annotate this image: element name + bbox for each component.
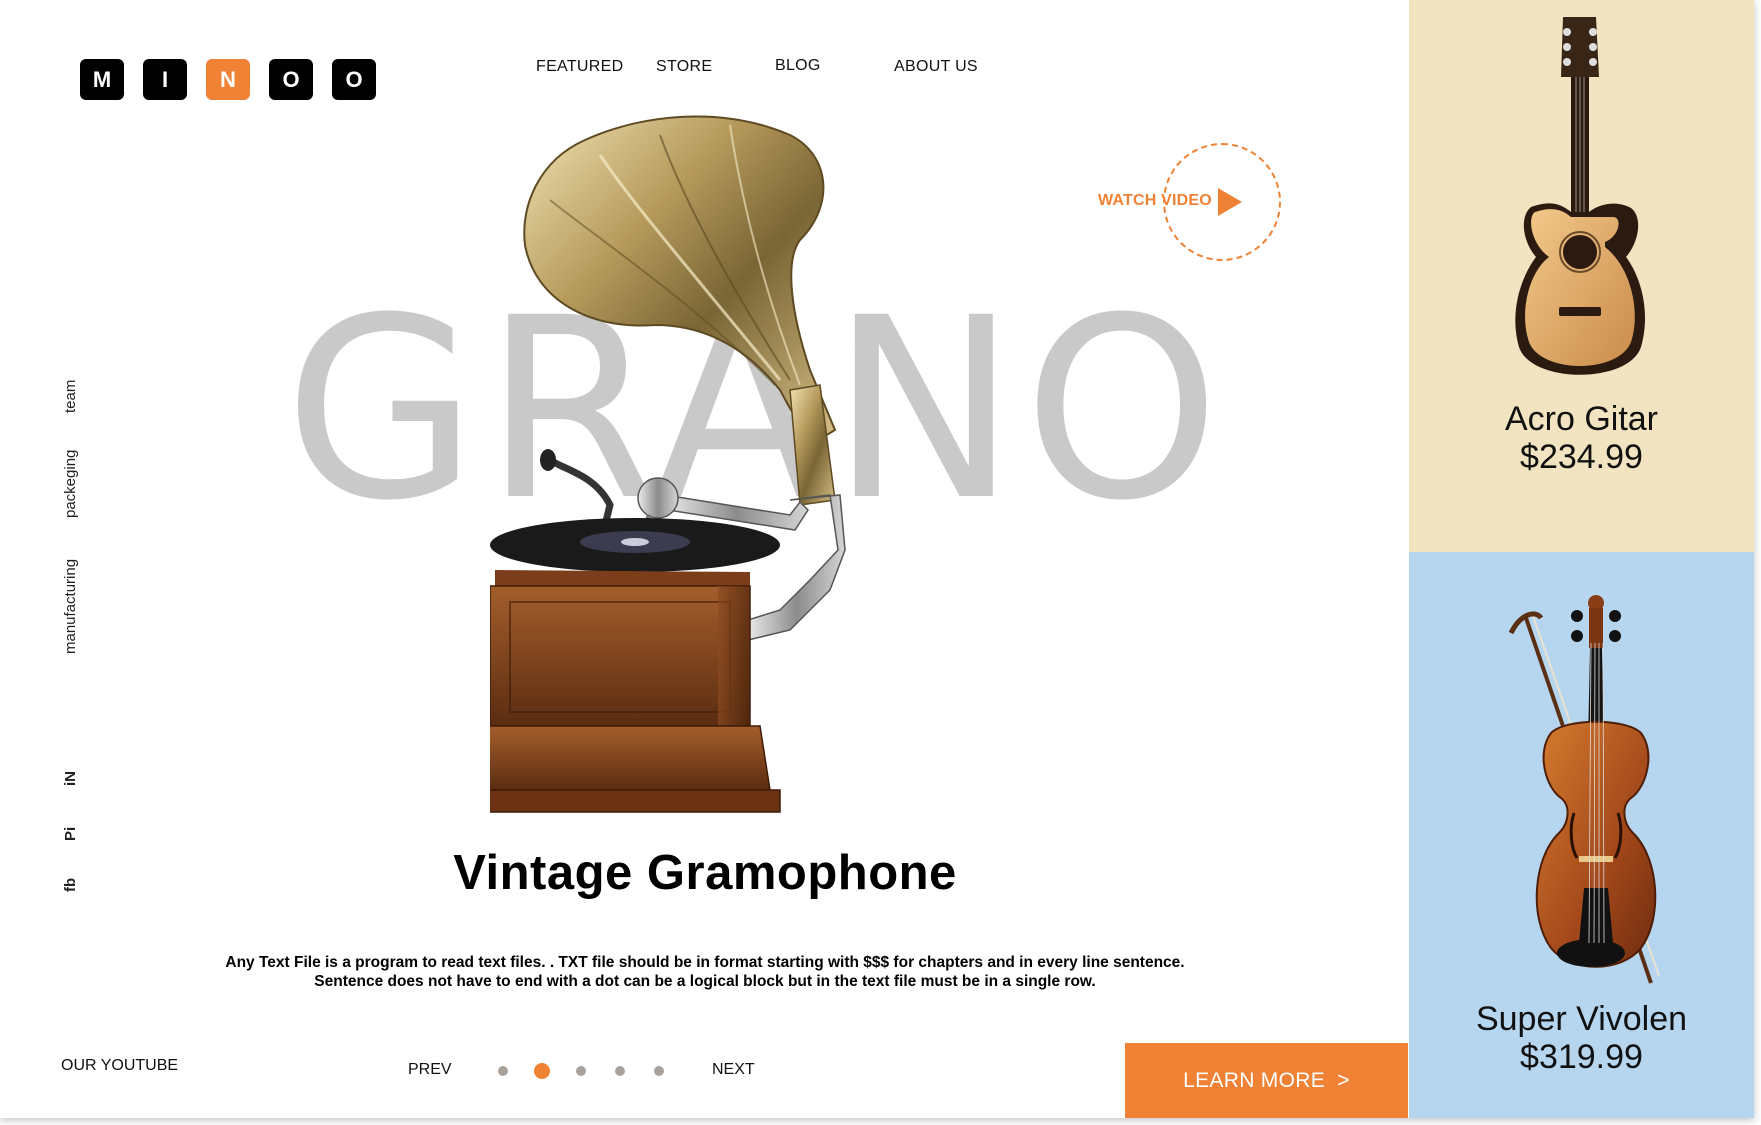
product-description: Any Text File is a program to read text … <box>225 954 1185 990</box>
product-price-guitar: $234.99 <box>1520 438 1643 476</box>
side-nav-team[interactable]: team <box>62 380 79 413</box>
nav-store[interactable]: STORE <box>656 58 712 76</box>
logo[interactable]: M I N O O <box>80 59 376 100</box>
watch-video-button[interactable]: WATCH VIDEO <box>1098 143 1288 263</box>
side-nav-manufacturing[interactable]: manufacturing <box>62 559 79 654</box>
product-card-violin[interactable]: Super Vivolen $319.99 <box>1409 552 1754 1118</box>
gramophone-image <box>490 115 846 813</box>
side-nav-packeging[interactable]: packeging <box>62 450 79 518</box>
logo-letter-m: M <box>80 59 124 100</box>
product-price-violin: $319.99 <box>1520 1038 1643 1076</box>
product-name-violin: Super Vivolen <box>1475 1000 1688 1038</box>
prev-button[interactable]: PREV <box>408 1061 452 1079</box>
play-icon <box>1218 188 1242 216</box>
slide-dot-1[interactable] <box>498 1066 508 1076</box>
learn-more-button[interactable]: LEARN MORE > <box>1125 1043 1408 1118</box>
next-button[interactable]: NEXT <box>712 1061 755 1079</box>
guitar-image <box>1515 17 1646 375</box>
social-facebook-link[interactable]: fb <box>62 878 79 892</box>
violin-image <box>1508 595 1660 984</box>
nav-blog[interactable]: BLOG <box>775 57 821 75</box>
learn-more-label: LEARN MORE > <box>1183 1068 1350 1092</box>
slide-dot-3[interactable] <box>576 1066 586 1076</box>
slide-dot-5[interactable] <box>654 1066 664 1076</box>
nav-about-us[interactable]: ABOUT US <box>894 58 978 76</box>
slide-dot-2-active[interactable] <box>534 1063 550 1079</box>
social-linkedin-link[interactable]: iN <box>62 771 79 786</box>
product-name-guitar: Acro Gitar <box>1504 400 1659 438</box>
landing-page: M I N O O FEATURED STORE BLOG ABOUT US W… <box>0 0 1754 1118</box>
logo-letter-n: N <box>206 59 250 100</box>
social-pinterest-link[interactable]: Pi <box>62 827 79 841</box>
logo-letter-i: I <box>143 59 187 100</box>
logo-letter-o-second: O <box>332 59 376 100</box>
nav-featured[interactable]: FEATURED <box>536 58 623 76</box>
product-card-guitar[interactable]: Acro Gitar $234.99 <box>1409 0 1754 552</box>
watch-video-label: WATCH VIDEO <box>1098 192 1212 209</box>
product-title: Vintage Gramophone <box>453 846 957 900</box>
logo-letter-o: O <box>269 59 313 100</box>
our-youtube-link[interactable]: OUR YOUTUBE <box>61 1057 178 1075</box>
slide-dot-4[interactable] <box>615 1066 625 1076</box>
